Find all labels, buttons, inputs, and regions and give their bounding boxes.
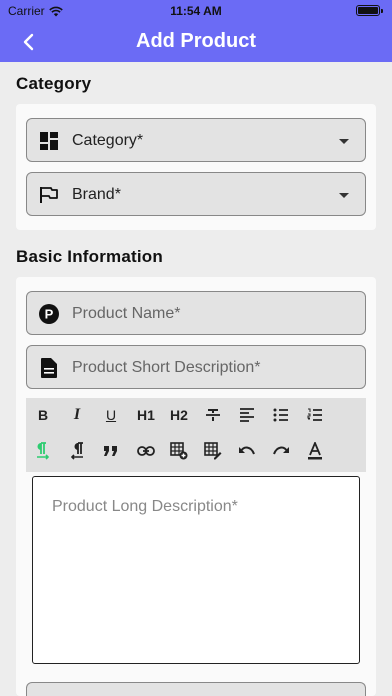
paragraph-ltr-icon: [37, 442, 50, 460]
flag-icon: [39, 185, 59, 205]
paragraph-ltr-button[interactable]: [28, 436, 58, 466]
brand-select[interactable]: Brand*: [26, 172, 366, 216]
brand-select-label: Brand*: [72, 186, 121, 203]
product-short-description-input[interactable]: Product Short Description*: [26, 345, 366, 389]
bullet-list-icon: [273, 408, 288, 422]
italic-label: I: [73, 406, 81, 423]
text-color-button[interactable]: [300, 436, 330, 466]
undo-icon: [239, 446, 255, 455]
chevron-down-icon: [339, 139, 349, 144]
basic-info-card: P Product Name* Product Short Descriptio…: [16, 277, 376, 696]
link-button[interactable]: [131, 436, 161, 466]
document-icon: [39, 358, 59, 378]
underline-button[interactable]: U: [96, 400, 126, 430]
basic-info-section-title: Basic Information: [16, 247, 163, 266]
align-left-icon: [240, 408, 254, 422]
bold-button[interactable]: B: [28, 400, 58, 430]
undo-button[interactable]: [232, 436, 262, 466]
redo-icon: [273, 446, 289, 455]
redo-button[interactable]: [266, 436, 296, 466]
clock: 11:54 AM: [170, 4, 222, 18]
category-select[interactable]: Category*: [26, 118, 366, 162]
table-add-icon: [170, 442, 188, 460]
product-p-icon: P: [39, 304, 59, 324]
battery-icon: [356, 5, 383, 16]
link-icon: [137, 446, 155, 456]
category-select-label: Category*: [72, 132, 144, 149]
dashboard-icon: [39, 131, 59, 151]
page-title: Add Product: [136, 30, 256, 52]
table-edit-icon: [204, 442, 222, 460]
text-color-icon: [308, 442, 322, 460]
heading-2-label: H2: [170, 407, 188, 423]
app-bar: Add Product: [0, 22, 392, 62]
heading-2-button[interactable]: H2: [164, 400, 194, 430]
product-long-description-placeholder: Product Long Description*: [52, 498, 238, 515]
heading-1-label: H1: [137, 407, 155, 423]
category-card: Category* Brand*: [16, 104, 376, 230]
bold-label: B: [37, 407, 49, 423]
underline-label: U: [105, 407, 117, 423]
edit-table-button[interactable]: [198, 436, 228, 466]
product-long-description-editor[interactable]: Product Long Description*: [32, 476, 360, 664]
bullet-list-button[interactable]: [266, 400, 296, 430]
product-name-input[interactable]: P Product Name*: [26, 291, 366, 335]
chevron-down-icon: [339, 193, 349, 198]
rich-text-toolbar: B I U H1 H2: [26, 398, 366, 472]
paragraph-rtl-button[interactable]: [62, 436, 92, 466]
svg-text:P: P: [45, 307, 54, 322]
heading-1-button[interactable]: H1: [131, 400, 161, 430]
category-section-title: Category: [16, 74, 92, 93]
quote-icon: [104, 446, 117, 456]
strikethrough-button[interactable]: [198, 400, 228, 430]
quote-button[interactable]: [96, 436, 126, 466]
numbered-list-button[interactable]: [300, 400, 330, 430]
paragraph-rtl-icon: [70, 442, 83, 460]
numbered-list-icon: [307, 408, 322, 421]
strikethrough-icon: [206, 409, 220, 421]
next-field[interactable]: [26, 682, 366, 696]
italic-button[interactable]: I: [62, 400, 92, 430]
status-bar: Carrier 11:54 AM: [0, 0, 392, 22]
product-name-placeholder: Product Name*: [72, 305, 181, 322]
product-short-description-placeholder: Product Short Description*: [72, 359, 261, 376]
insert-table-button[interactable]: [164, 436, 194, 466]
align-left-button[interactable]: [232, 400, 262, 430]
